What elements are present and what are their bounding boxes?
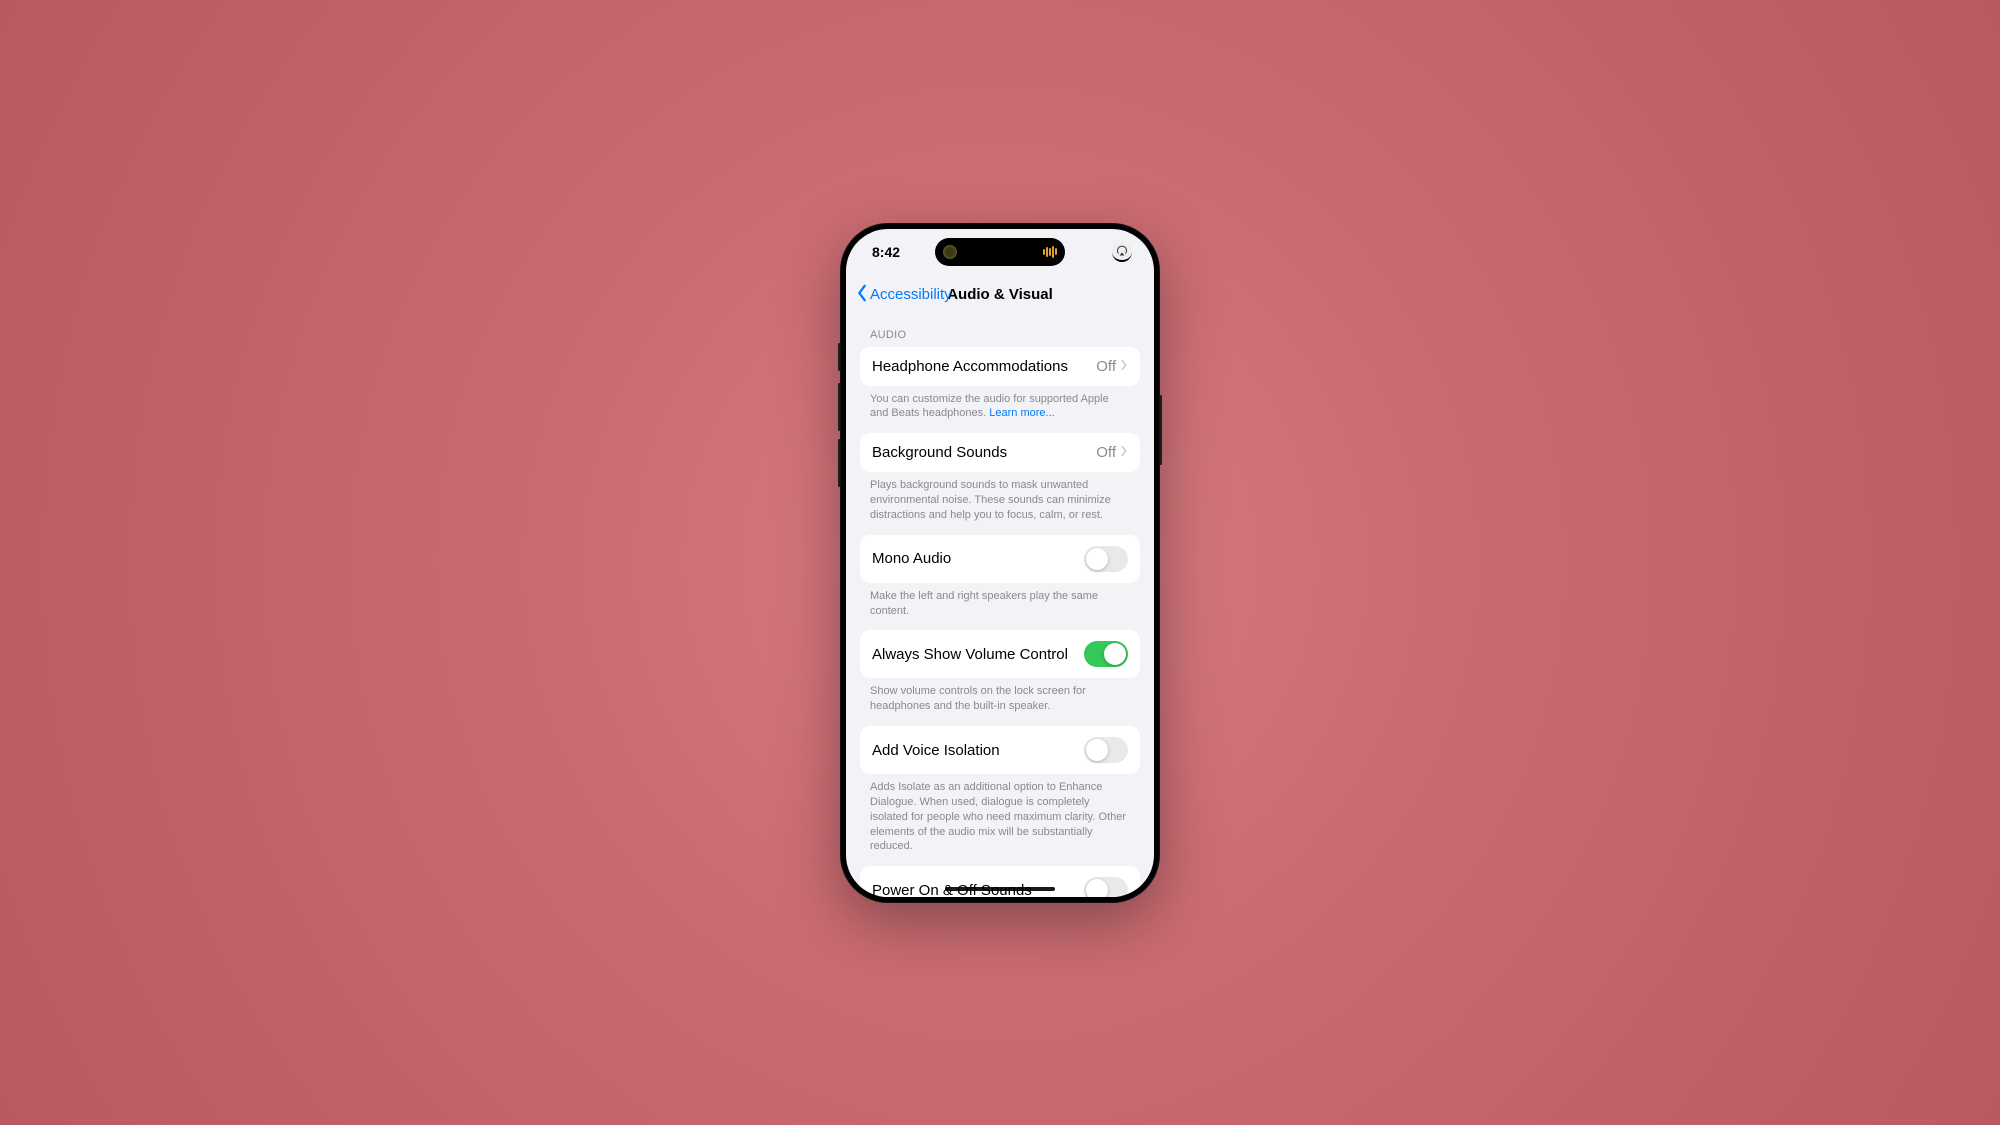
cell-label: Headphone Accommodations [872, 358, 1068, 375]
footer-mono-audio: Make the left and right speakers play th… [860, 583, 1140, 619]
cell-label: Mono Audio [872, 550, 951, 567]
chevron-left-icon [856, 284, 868, 306]
footer-headphone-accommodations: You can customize the audio for supporte… [860, 386, 1140, 422]
footer-background-sounds: Plays background sounds to mask unwanted… [860, 472, 1140, 523]
navigation-bar: Accessibility Audio & Visual [846, 275, 1154, 315]
row-power-sounds: Power On & Off Sounds [860, 866, 1140, 896]
airplay-icon[interactable] [1112, 242, 1132, 262]
row-mono-audio: Mono Audio [860, 535, 1140, 583]
cell-label: Add Voice Isolation [872, 742, 1000, 759]
footer-voice-isolation: Adds Isolate as an additional option to … [860, 774, 1140, 854]
cell-value: Off [1096, 358, 1116, 375]
settings-scroll[interactable]: AUDIO Headphone Accommodations Off You c… [846, 315, 1154, 897]
cell-label: Background Sounds [872, 444, 1007, 461]
home-indicator[interactable] [945, 887, 1055, 891]
row-background-sounds[interactable]: Background Sounds Off [860, 433, 1140, 472]
toggle-power-sounds[interactable] [1084, 877, 1128, 896]
row-voice-isolation: Add Voice Isolation [860, 726, 1140, 774]
toggle-always-volume[interactable] [1084, 641, 1128, 667]
footer-always-volume: Show volume controls on the lock screen … [860, 678, 1140, 714]
row-headphone-accommodations[interactable]: Headphone Accommodations Off [860, 347, 1140, 386]
phone-screen: 8:42 Accessibility Audio & Visual AUD [846, 229, 1154, 897]
dynamic-island[interactable] [935, 238, 1065, 266]
status-time: 8:42 [872, 244, 900, 260]
toggle-mono-audio[interactable] [1084, 546, 1128, 572]
section-header-audio: AUDIO [860, 315, 1140, 347]
back-label: Accessibility [870, 286, 952, 303]
learn-more-link[interactable]: Learn more... [989, 407, 1054, 419]
row-always-volume: Always Show Volume Control [860, 630, 1140, 678]
audio-waveform-icon [1043, 246, 1057, 258]
phone-frame: 8:42 Accessibility Audio & Visual AUD [840, 223, 1160, 903]
back-button[interactable]: Accessibility [856, 284, 952, 306]
chevron-right-icon [1120, 444, 1128, 461]
cell-label: Always Show Volume Control [872, 646, 1068, 663]
chevron-right-icon [1120, 358, 1128, 375]
island-app-icon [943, 245, 957, 259]
page-title: Audio & Visual [947, 286, 1053, 303]
toggle-voice-isolation[interactable] [1084, 737, 1128, 763]
cell-value: Off [1096, 444, 1116, 461]
